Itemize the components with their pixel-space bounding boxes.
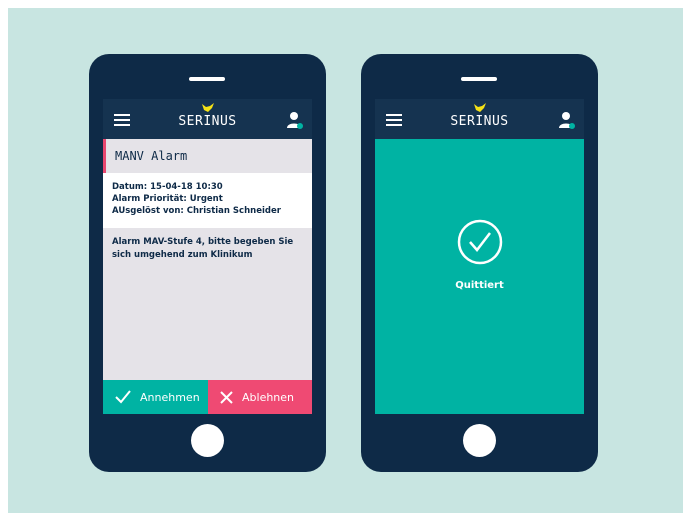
bird-logo-icon [473, 103, 486, 112]
alarm-details: Datum: 15-04-18 10:30 Alarm Priorität: U… [103, 173, 312, 228]
alarm-title: MANV Alarm [115, 149, 188, 163]
alarm-priority: Alarm Priorität: Urgent [112, 194, 223, 204]
alarm-triggered-by: AUsgelöst von: Christian Schneider [112, 206, 281, 216]
check-circle-icon [457, 219, 503, 265]
acknowledged-label: Quittiert [455, 280, 504, 291]
acknowledged-screen: SERINUS Quittiert [375, 99, 584, 414]
app-logo: SERINUS [103, 102, 312, 130]
phone-left: SERINUS MANV Alarm Datum: 15-04-18 10:30… [89, 54, 326, 472]
alarm-title-bar[interactable]: MANV Alarm [103, 139, 312, 173]
home-button[interactable] [463, 424, 496, 457]
brand-name: SERINUS [178, 114, 237, 129]
phone-speaker [189, 77, 225, 81]
app-logo: SERINUS [375, 102, 584, 130]
phone-speaker [461, 77, 497, 81]
alarm-date: Datum: 15-04-18 10:30 [112, 182, 223, 192]
user-check-icon[interactable] [287, 111, 303, 129]
bird-logo-icon [201, 103, 214, 112]
x-icon [220, 390, 233, 404]
home-button[interactable] [191, 424, 224, 457]
reject-button[interactable]: Ablehnen [208, 380, 312, 414]
app-bar: SERINUS [375, 99, 584, 139]
accept-button[interactable]: Annehmen [103, 380, 208, 414]
brand-name: SERINUS [450, 114, 509, 129]
app-bar: SERINUS [103, 99, 312, 139]
phone-right: SERINUS Quittiert [361, 54, 598, 472]
alarm-screen: SERINUS MANV Alarm Datum: 15-04-18 10:30… [103, 99, 312, 414]
user-check-icon[interactable] [559, 111, 575, 129]
checkmark-icon [115, 390, 131, 404]
accept-label: Annehmen [140, 390, 200, 404]
alarm-message: Alarm MAV-Stufe 4, bitte begeben Sie sic… [112, 237, 294, 260]
reject-label: Ablehnen [242, 390, 295, 404]
